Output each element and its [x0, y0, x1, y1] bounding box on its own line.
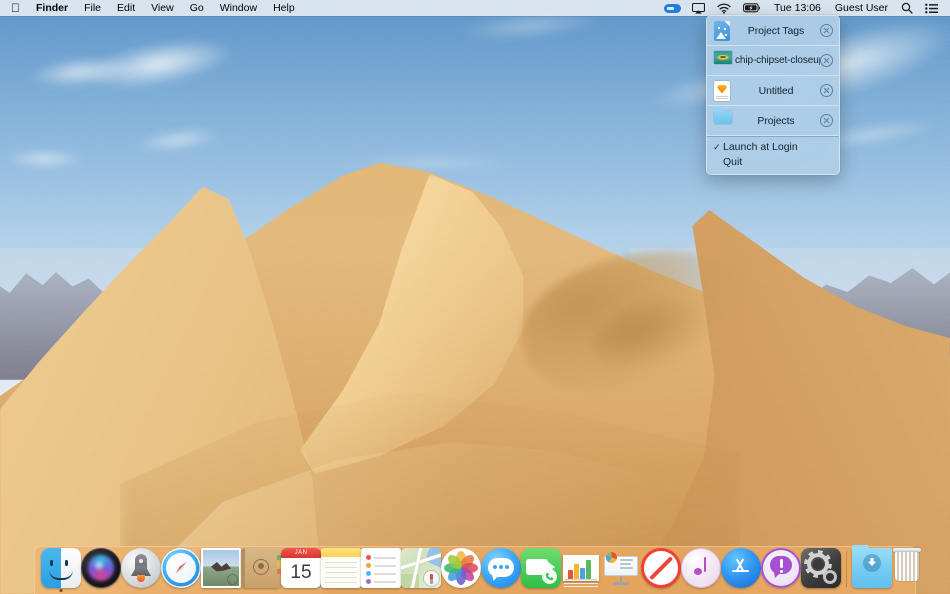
facetime-icon: [521, 548, 561, 588]
dock-item-notes[interactable]: [321, 546, 361, 592]
menu-item-help[interactable]: Help: [265, 0, 303, 16]
app-store-icon: [721, 548, 761, 588]
menu-bar-clock[interactable]: Tue 13:06: [767, 0, 828, 16]
keynote-icon: [601, 548, 641, 588]
airplay-icon[interactable]: [686, 3, 711, 14]
messages-icon: [481, 548, 521, 588]
downloads-folder-icon: [852, 548, 892, 588]
menu-item-label: Quit: [723, 156, 742, 168]
search-icon[interactable]: [895, 2, 919, 14]
checkmark-icon: ✓: [713, 142, 723, 153]
safari-icon: [161, 548, 201, 588]
system-preferences-icon: [801, 548, 841, 588]
remove-icon[interactable]: [820, 114, 833, 127]
menu-row-untitled[interactable]: Untitled: [707, 76, 839, 106]
itunes-icon: [681, 548, 721, 588]
notification-center-icon[interactable]: [919, 3, 944, 14]
menu-item-quit[interactable]: Quit: [707, 155, 839, 170]
fast-user-switching-menu[interactable]: Guest User: [828, 0, 895, 16]
dock-item-launchpad[interactable]: [121, 546, 161, 592]
menu-item-go[interactable]: Go: [182, 0, 212, 16]
menu-item-file[interactable]: File: [76, 0, 109, 16]
calendar-icon: JAN 15: [281, 548, 321, 588]
dock-item-maps[interactable]: [401, 546, 441, 592]
dock-item-calendar[interactable]: JAN 15: [281, 546, 321, 592]
podcasts-icon: [761, 548, 801, 588]
dock-item-downloads[interactable]: [852, 546, 892, 592]
siri-icon: [81, 548, 121, 588]
wifi-icon[interactable]: [711, 3, 737, 14]
mail-icon: [201, 548, 241, 588]
dock-item-keynote[interactable]: [601, 546, 641, 592]
reminders-icon: [361, 548, 401, 588]
menu-bar:  Finder File Edit View Go Window Help: [0, 0, 950, 16]
dock-item-photos[interactable]: [441, 546, 481, 592]
running-indicator: [60, 589, 63, 592]
dock-item-podcasts[interactable]: [761, 546, 801, 592]
numbers-icon: [561, 548, 601, 588]
dock-item-system-preferences[interactable]: [801, 546, 841, 592]
menu-row-chip-chipset-closeup[interactable]: chip-chipset-closeup-: [707, 46, 839, 76]
folder-icon: [714, 111, 732, 131]
dock-item-numbers[interactable]: [561, 546, 601, 592]
menu-item-label: Launch at Login: [723, 141, 798, 153]
menu-item-edit[interactable]: Edit: [109, 0, 143, 16]
menu-row-label: Untitled: [732, 85, 820, 97]
pages-icon: [641, 548, 681, 588]
launchpad-icon: [121, 548, 161, 588]
menu-bar-app-menus:  Finder File Edit View Go Window Help: [0, 0, 303, 16]
calendar-month: JAN: [281, 548, 321, 558]
dock-item-reminders[interactable]: [361, 546, 401, 592]
finder-icon: [41, 548, 81, 588]
dock-item-safari[interactable]: [161, 546, 201, 592]
remove-icon[interactable]: [820, 54, 833, 67]
menu-divider: [707, 136, 839, 137]
dock-item-mail[interactable]: [201, 546, 241, 592]
apple-menu-icon[interactable]: : [7, 2, 28, 15]
menu-item-window[interactable]: Window: [212, 0, 265, 16]
menu-bar-status-items: Tue 13:06 Guest User: [659, 0, 950, 16]
menu-row-projects[interactable]: Projects: [707, 106, 839, 136]
dock: JAN 15: [34, 546, 916, 594]
dock-item-finder[interactable]: [41, 546, 81, 592]
dock-item-app-store[interactable]: [721, 546, 761, 592]
dock-item-itunes[interactable]: [681, 546, 721, 592]
dock-divider: [846, 551, 847, 587]
notes-icon: [321, 548, 361, 588]
remove-icon[interactable]: [820, 24, 833, 37]
dock-item-siri[interactable]: [81, 546, 121, 592]
menu-row-label: Projects: [732, 115, 820, 127]
dock-item-facetime[interactable]: [521, 546, 561, 592]
sketch-file-icon: [714, 81, 732, 101]
photos-icon: [441, 548, 481, 588]
battery-charging-icon[interactable]: [737, 3, 767, 13]
menu-item-view[interactable]: View: [143, 0, 182, 16]
cloud: [300, 150, 560, 176]
dock-item-trash[interactable]: [892, 546, 932, 592]
dock-item-messages[interactable]: [481, 546, 521, 592]
menu-row-project-tags[interactable]: Project Tags: [707, 16, 839, 46]
trash-icon: [892, 548, 932, 588]
menu-item-finder[interactable]: Finder: [28, 0, 76, 16]
app-status-icon[interactable]: [659, 4, 686, 13]
status-menu-dropdown: Project Tags chip-chipset-closeup- Untit…: [706, 15, 840, 175]
maps-icon: [401, 548, 441, 588]
contacts-icon: [241, 548, 281, 588]
dock-item-pages[interactable]: [641, 546, 681, 592]
app-document-icon: [714, 21, 732, 41]
calendar-day: 15: [281, 558, 321, 588]
remove-icon[interactable]: [820, 84, 833, 97]
dock-item-contacts[interactable]: [241, 546, 281, 592]
menu-item-launch-at-login[interactable]: ✓ Launch at Login: [707, 140, 839, 155]
menu-row-label: Project Tags: [732, 25, 820, 37]
image-thumbnail-icon: [714, 51, 732, 71]
menu-row-label: chip-chipset-closeup-: [732, 55, 820, 66]
